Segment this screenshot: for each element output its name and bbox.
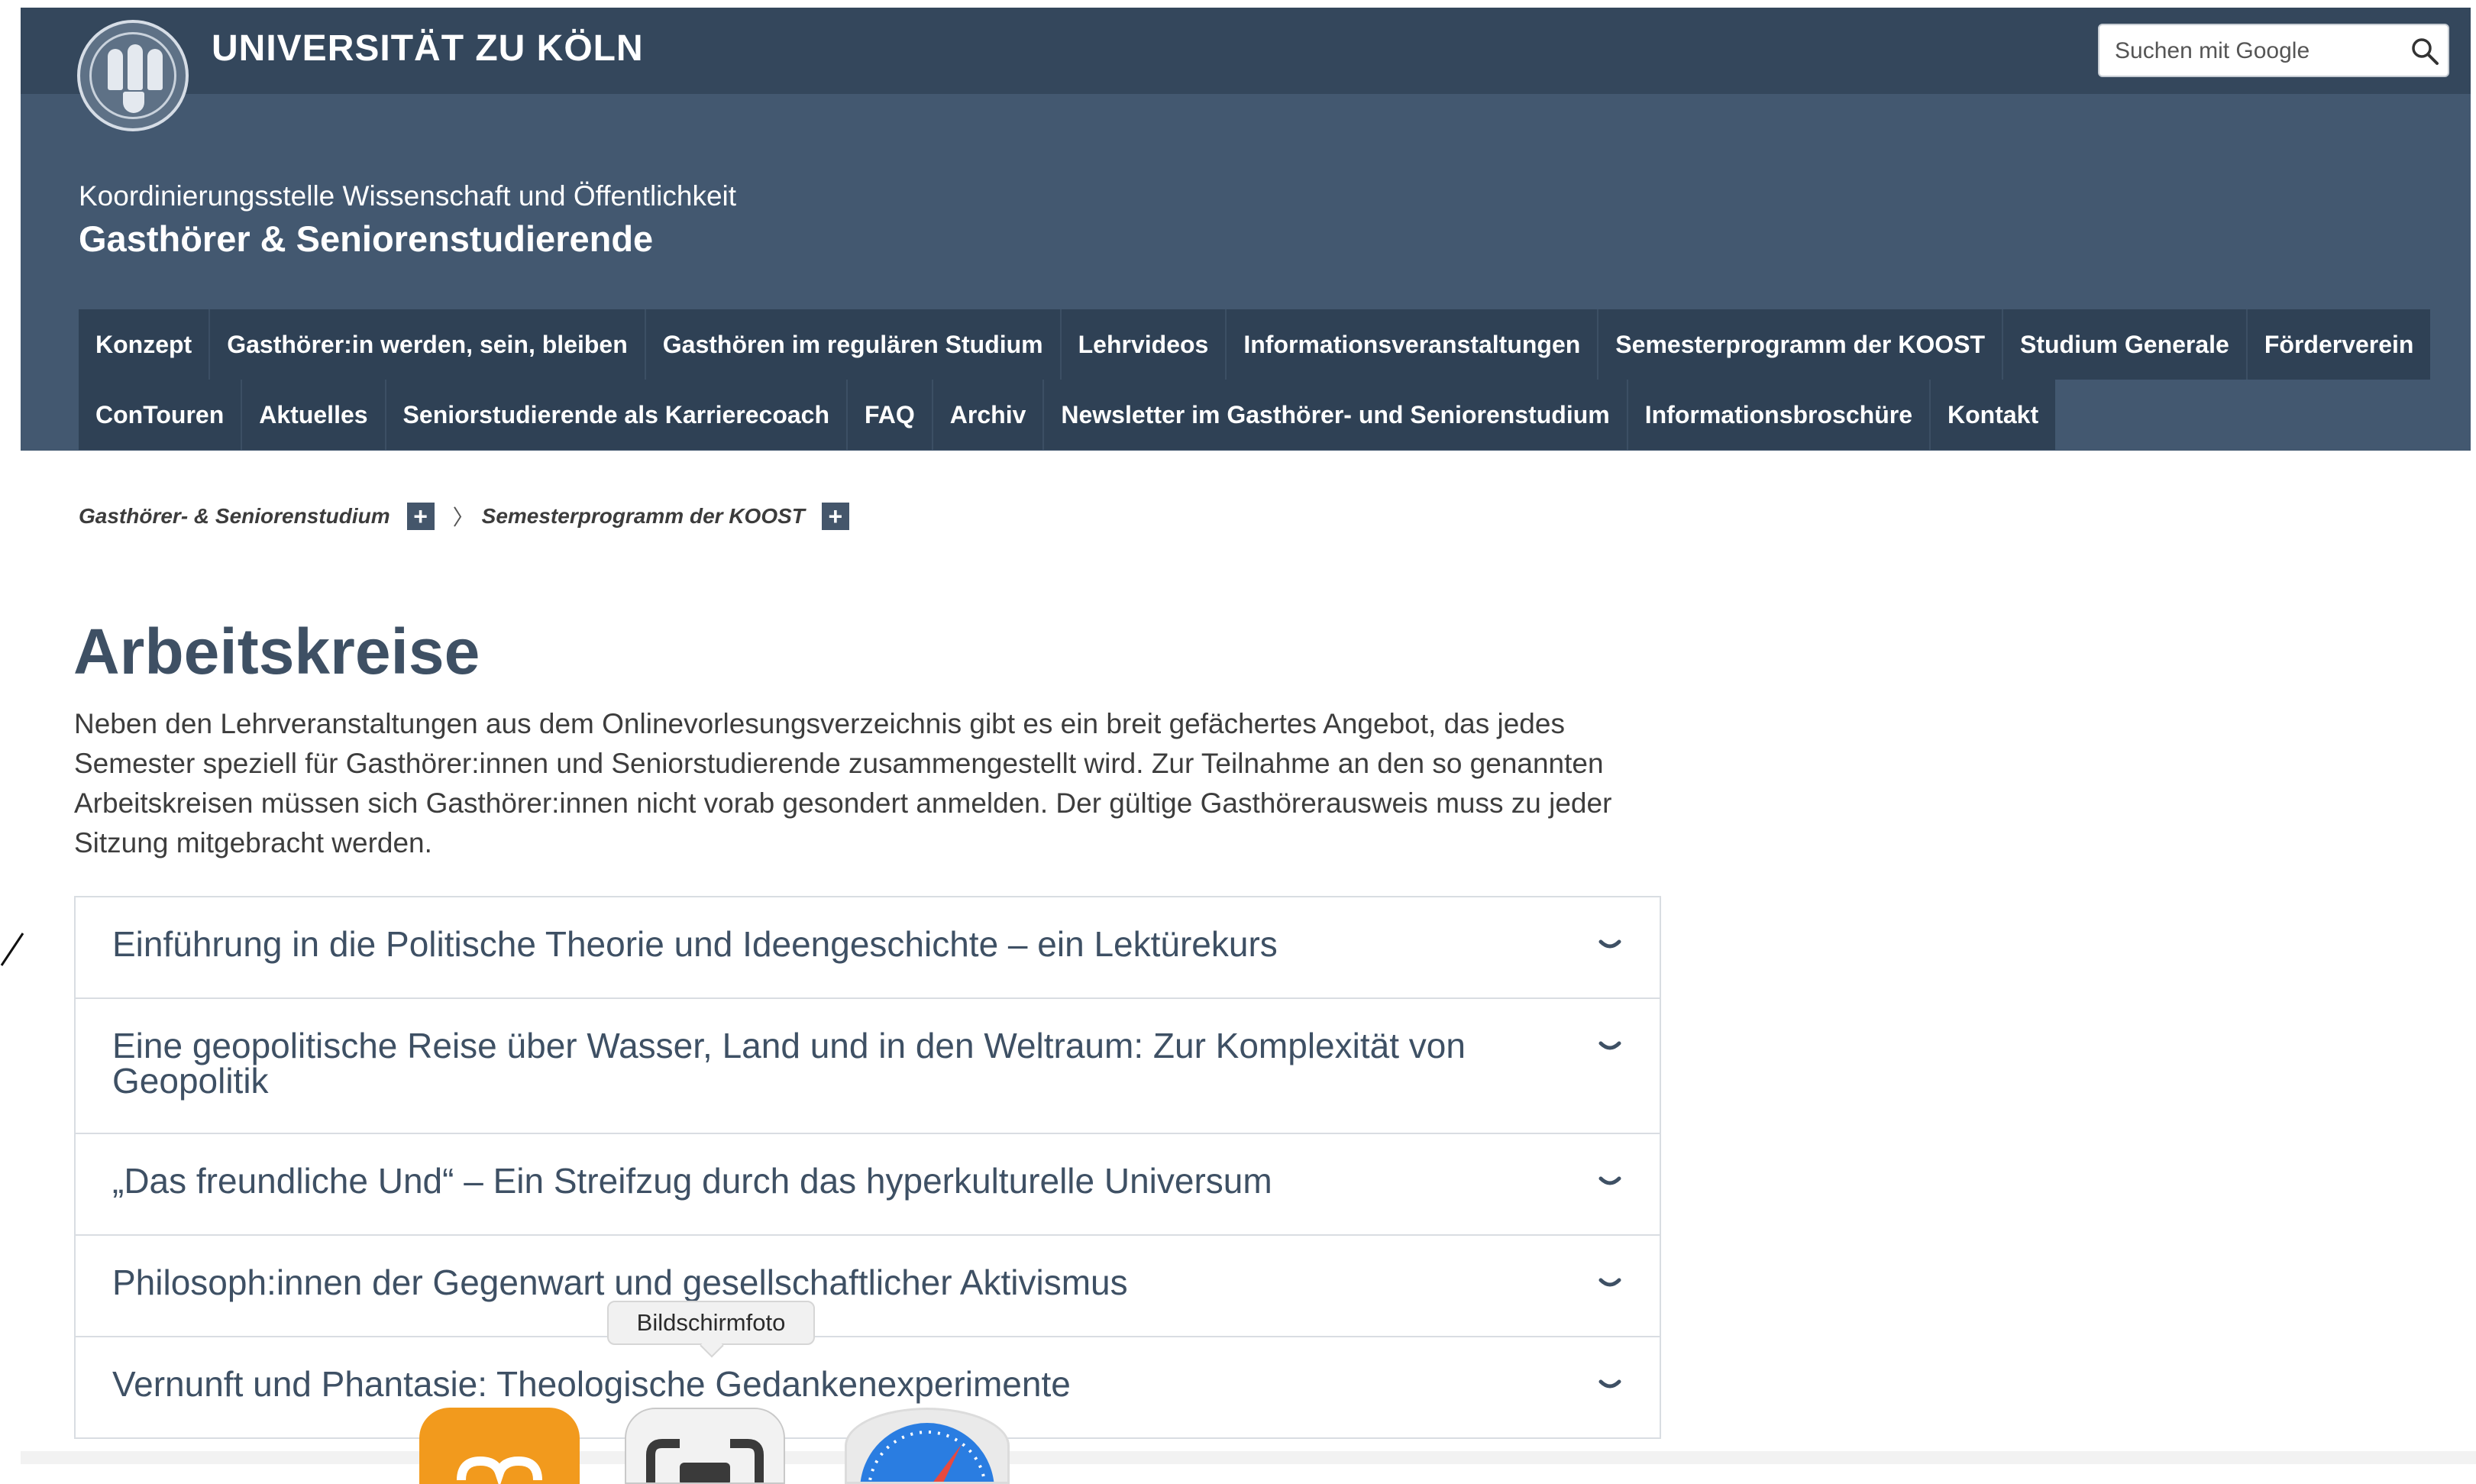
- chevron-down-icon: [1598, 1278, 1621, 1287]
- search-input[interactable]: [2115, 36, 2390, 66]
- books-app-icon[interactable]: [419, 1408, 580, 1484]
- accordion-item-title: Eine geopolitische Reise über Wasser, La…: [112, 1026, 1466, 1101]
- page-title: Arbeitskreise: [73, 616, 480, 687]
- nav-item-karrierecoach[interactable]: Seniorstudierende als Karrierecoach: [386, 380, 848, 450]
- nav-item-informationsbroschuere[interactable]: Informationsbroschüre: [1628, 380, 1931, 450]
- seal-figure: [147, 49, 163, 90]
- nav-item-semesterprogramm[interactable]: Semesterprogramm der KOOST: [1598, 309, 2003, 380]
- open-book-icon: [457, 1456, 542, 1484]
- university-seal-logo[interactable]: [77, 20, 189, 131]
- nav-item-lehrvideos[interactable]: Lehrvideos: [1061, 309, 1227, 380]
- department-name: Koordinierungsstelle Wissenschaft und Öf…: [79, 180, 737, 212]
- breadcrumb-expand-button[interactable]: +: [406, 503, 435, 530]
- search-icon[interactable]: [2410, 36, 2440, 66]
- top-strip: [0, 0, 2476, 8]
- screenshot-app-icon[interactable]: [625, 1408, 785, 1484]
- compass-icon: [860, 1423, 994, 1482]
- nav-item-aktuelles[interactable]: Aktuelles: [242, 380, 386, 450]
- breadcrumb-separator-icon: 〉: [452, 506, 474, 529]
- nav-item-contouren[interactable]: ConTouren: [79, 380, 243, 450]
- main-nav-row-2: ConTouren Aktuelles Seniorstudierende al…: [79, 380, 2056, 450]
- chevron-down-icon: [1598, 939, 1621, 949]
- chevron-down-icon: [1598, 1176, 1621, 1185]
- nav-item-konzept[interactable]: Konzept: [79, 309, 211, 380]
- breadcrumb: Gasthörer- & Seniorenstudium + 〉 Semeste…: [79, 500, 868, 532]
- intro-paragraph: Neben den Lehrveranstaltungen aus dem On…: [74, 708, 1612, 858]
- dock-tooltip: Bildschirmfoto: [607, 1301, 815, 1345]
- safari-app-icon[interactable]: [845, 1408, 1010, 1484]
- accordion-item-title: Philosoph:innen der Gegenwart und gesell…: [112, 1263, 1128, 1302]
- seal-figure: [128, 44, 143, 90]
- nav-item-kontakt[interactable]: Kontakt: [1930, 380, 2056, 450]
- accordion-item[interactable]: Philosoph:innen der Gegenwart und gesell…: [76, 1236, 1660, 1337]
- seal-figure: [108, 49, 123, 90]
- seal-shield: [123, 92, 144, 113]
- nav-item-archiv[interactable]: Archiv: [933, 380, 1045, 450]
- main-nav-row-1: Konzept Gasthörer:in werden, sein, bleib…: [79, 309, 2431, 380]
- accordion-item[interactable]: „Das freundliche Und“ – Ein Streifzug du…: [76, 1134, 1660, 1236]
- accordion-item[interactable]: Eine geopolitische Reise über Wasser, La…: [76, 999, 1660, 1134]
- site-title[interactable]: Gasthörer & Seniorenstudierende: [79, 218, 653, 260]
- breadcrumb-item-semesterprogramm[interactable]: Semesterprogramm der KOOST: [482, 504, 805, 529]
- university-name[interactable]: UNIVERSITÄT ZU KÖLN: [212, 27, 644, 70]
- accordion-item-title: Einführung in die Politische Theorie und…: [112, 924, 1278, 964]
- chevron-down-icon: [1598, 1379, 1621, 1389]
- nav-item-newsletter[interactable]: Newsletter im Gasthörer- und Seniorenstu…: [1044, 380, 1628, 450]
- accordion-item-title: Vernunft und Phantasie: Theologische Ged…: [112, 1364, 1071, 1404]
- camera-icon: [646, 1439, 764, 1482]
- nav-item-gasthoeren-studium[interactable]: Gasthören im regulären Studium: [645, 309, 1062, 380]
- nav-item-foerderverein[interactable]: Förderverein: [2247, 309, 2431, 380]
- nav-item-informationsveranstaltungen[interactable]: Informationsveranstaltungen: [1227, 309, 1599, 380]
- cursor-mark: [0, 933, 24, 966]
- nav-item-studium-generale[interactable]: Studium Generale: [2003, 309, 2248, 380]
- breadcrumb-item-gasthoerer[interactable]: Gasthörer- & Seniorenstudium: [79, 504, 390, 529]
- search-box[interactable]: [2098, 24, 2449, 77]
- accordion: Einführung in die Politische Theorie und…: [74, 896, 1661, 1439]
- accordion-item[interactable]: Einführung in die Politische Theorie und…: [76, 897, 1660, 999]
- chevron-down-icon: [1598, 1041, 1621, 1050]
- nav-item-faq[interactable]: FAQ: [848, 380, 933, 450]
- breadcrumb-expand-button[interactable]: +: [821, 503, 849, 530]
- dock-background: [21, 1451, 2476, 1464]
- nav-item-gasthoerer-werden[interactable]: Gasthörer:in werden, sein, bleiben: [210, 309, 646, 380]
- accordion-item-title: „Das freundliche Und“ – Ein Streifzug du…: [112, 1161, 1272, 1201]
